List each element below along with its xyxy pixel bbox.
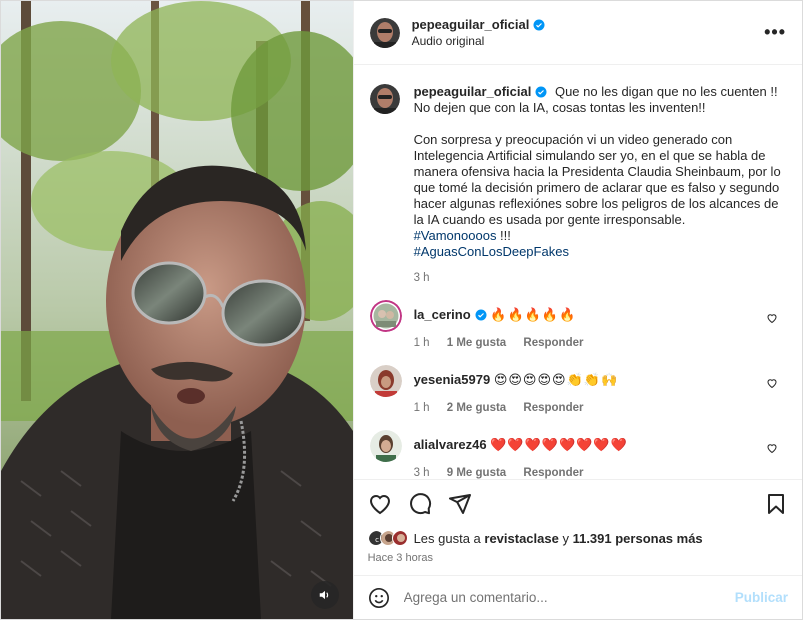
reply-button[interactable]: Responder <box>523 467 583 479</box>
commenter-username-link[interactable]: yesenia5979 <box>414 372 491 388</box>
author-username-link[interactable]: pepeaguilar_oficial <box>412 17 546 32</box>
comment-item: la_cerino 🔥🔥🔥🔥🔥 1 h 1 Me gusta Responder <box>369 300 786 351</box>
post-video[interactable] <box>1 1 353 619</box>
post-timestamp: Hace 3 horas <box>367 552 433 564</box>
reply-button[interactable]: Responder <box>523 402 583 414</box>
comment-item: yesenia5979 😍😍😍😍😍👏👏🙌 1 h 2 Me gusta Resp… <box>369 365 786 416</box>
save-bookmark-icon[interactable] <box>764 492 788 516</box>
add-comment-bar: Publicar <box>353 575 802 619</box>
comment-text: 😍😍😍😍😍👏👏🙌 <box>493 373 619 388</box>
comment-time: 1 h <box>413 402 430 414</box>
verified-badge-icon <box>535 86 547 98</box>
post-caption: pepeaguilar_oficial Que no les digan que… <box>369 84 786 286</box>
svg-text:c: c <box>375 536 379 544</box>
emoji-picker-icon[interactable] <box>368 587 390 609</box>
commenter-avatar[interactable] <box>369 430 402 462</box>
comment-likes-link[interactable]: 9 Me gusta <box>447 467 506 479</box>
post-header: pepeaguilar_oficial Audio original ••• <box>353 1 802 65</box>
verified-badge-icon <box>475 309 487 321</box>
comment-like-icon[interactable] <box>766 442 778 454</box>
publish-button[interactable]: Publicar <box>735 590 788 605</box>
comment-item: alialvarez46 ❤️❤️❤️❤️❤️❤️❤️❤️ 3 h 9 Me g… <box>369 430 786 479</box>
instagram-post-modal: pepeaguilar_oficial Audio original ••• p… <box>0 0 803 620</box>
comment-likes-link[interactable]: 1 Me gusta <box>447 337 506 349</box>
caption-line-2: No dejen que con la IA, cosas tontas les… <box>413 100 706 115</box>
reply-button[interactable]: Responder <box>523 337 583 349</box>
commenter-username-link[interactable]: la_cerino <box>414 307 487 323</box>
comment-likes-link[interactable]: 2 Me gusta <box>447 402 506 414</box>
caption-author-avatar[interactable] <box>369 84 400 114</box>
comment-text: 🔥🔥🔥🔥🔥 <box>490 308 577 323</box>
likes-count-link[interactable]: 11.391 personas más <box>573 531 703 546</box>
hashtag-link[interactable]: #AguasConLosDeepFakes <box>414 244 569 259</box>
caption-time: 3 h <box>413 272 430 284</box>
comment-text: ❤️❤️❤️❤️❤️❤️❤️❤️ <box>490 438 628 453</box>
author-avatar[interactable] <box>369 17 400 48</box>
more-options-button[interactable]: ••• <box>764 22 786 43</box>
post-sidebar: pepeaguilar_oficial Audio original ••• p… <box>352 1 802 619</box>
like-heart-icon[interactable] <box>368 492 392 516</box>
likes-summary: c Les gusta a revistaclase y 11.391 pers… <box>367 530 788 546</box>
likes-count-text: Les gusta a revistaclase y 11.391 person… <box>413 530 703 546</box>
audio-link[interactable]: Audio original <box>412 34 546 48</box>
caption-exclaim: !!! <box>496 228 511 243</box>
comment-input[interactable] <box>403 590 735 605</box>
comment-like-icon[interactable] <box>766 312 778 324</box>
audio-toggle-button[interactable] <box>311 581 339 609</box>
commenter-avatar[interactable] <box>369 365 402 397</box>
comment-time: 1 h <box>413 337 430 349</box>
share-send-icon[interactable] <box>448 492 472 516</box>
caption-username-link[interactable]: pepeaguilar_oficial <box>414 84 548 100</box>
liker-username-link[interactable]: revistaclase <box>484 531 558 546</box>
verified-badge-icon <box>533 19 545 30</box>
caption-line-1: Que no les digan que no les cuenten !! <box>554 84 778 99</box>
comment-bubble-icon[interactable] <box>408 492 432 516</box>
video-frame-image <box>1 1 353 619</box>
comments-scroll-area[interactable]: pepeaguilar_oficial Que no les digan que… <box>354 66 802 479</box>
speaker-icon <box>319 590 329 600</box>
post-actions: c Les gusta a revistaclase y 11.391 pers… <box>353 479 802 575</box>
caption-paragraph: Con sorpresa y preocupación vi un video … <box>413 132 781 227</box>
liker-avatars: c <box>367 530 408 546</box>
comment-like-icon[interactable] <box>766 377 778 389</box>
comment-time: 3 h <box>413 467 430 479</box>
hashtag-link[interactable]: #Vamonoooos <box>414 228 497 243</box>
commenter-avatar[interactable] <box>369 300 402 332</box>
commenter-username-link[interactable]: alialvarez46 <box>414 437 487 453</box>
